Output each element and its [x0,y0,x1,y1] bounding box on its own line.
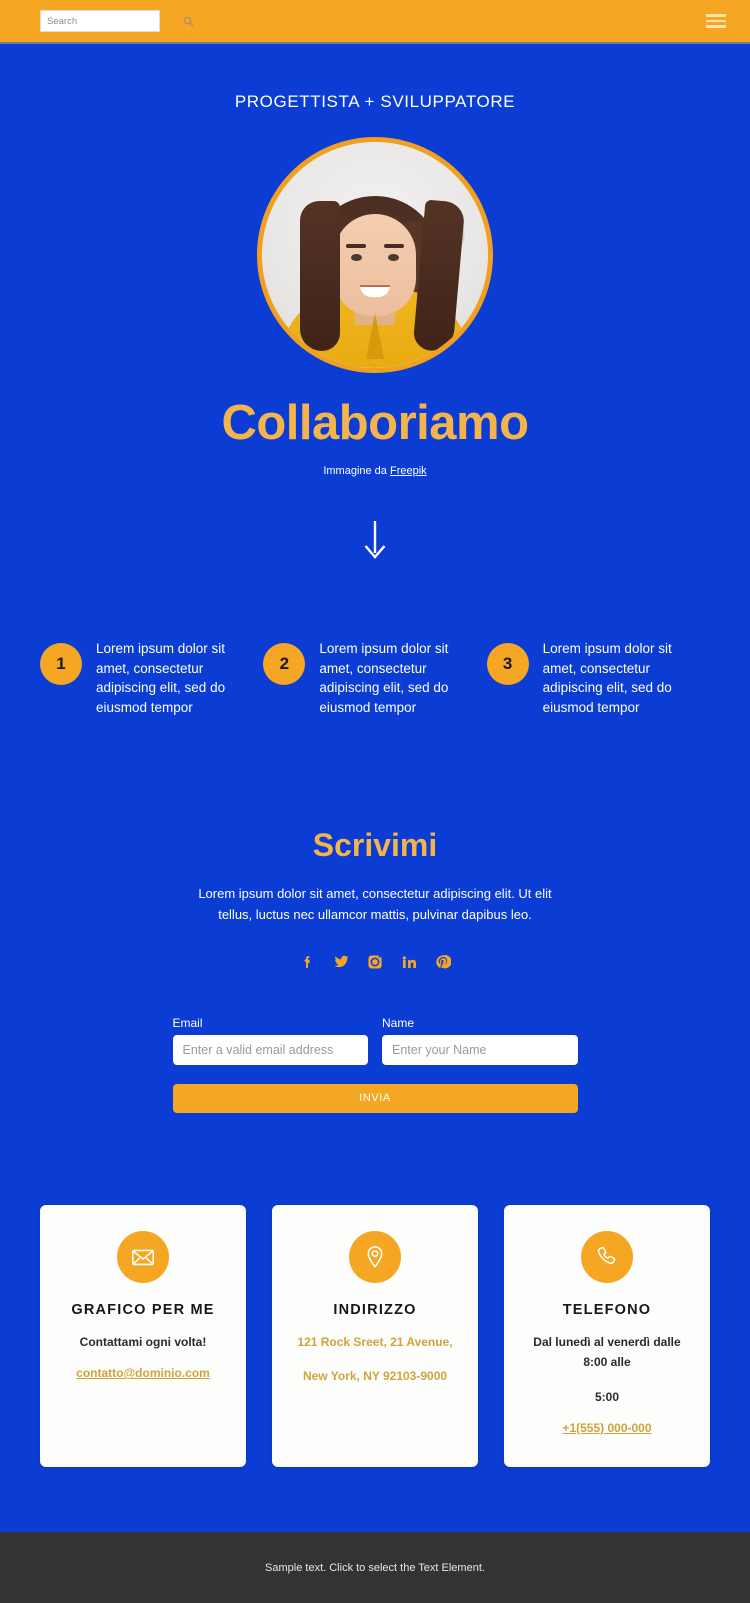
card-line-2: New York, NY 92103-9000 [302,1369,448,1384]
hamburger-bar-2 [706,19,726,23]
page-title: Collaboriamo [221,396,529,450]
hamburger-bar-1 [706,14,726,17]
contact-section-subtitle: Lorem ipsum dolor sit amet, consectetur … [198,886,552,923]
pinterest-icon[interactable] [433,952,453,972]
form-row: Email Name [172,1015,578,1065]
footer-text: Sample text. Click to select the Text El… [265,1561,485,1574]
name-field-group: Name [382,1016,578,1065]
name-label: Name [382,1015,415,1030]
hero-kicker: PROGETTISTA + SVILUPPATORE [234,92,516,111]
step-number-badge: 2 [263,643,306,685]
hamburger-menu-icon[interactable] [706,14,726,28]
steps-list: 1 Lorem ipsum dolor sit amet, consectetu… [0,639,750,717]
contact-card-email: GRAFICO PER ME Contattami ogni volta! co… [40,1204,246,1468]
phone-icon-badge [581,1230,633,1283]
portrait-avatar [257,137,493,373]
scroll-down-arrow[interactable] [0,519,750,563]
name-input[interactable] [382,1034,578,1065]
submit-button[interactable]: INVIA [172,1083,578,1113]
contact-form: Email Name INVIA [172,1015,578,1113]
top-bar [0,0,750,44]
search-input[interactable] [47,15,179,27]
search-icon [183,16,194,26]
down-arrow-icon [364,521,386,559]
location-pin-icon-badge [349,1230,401,1283]
step-item: 3 Lorem ipsum dolor sit amet, consectetu… [486,639,710,717]
card-title: GRAFICO PER ME [71,1301,215,1318]
email-link[interactable]: contatto@dominio.com [76,1366,210,1380]
card-line-1: 121 Rock Sreet, 21 Avenue, [297,1334,453,1349]
facebook-icon[interactable] [297,952,317,972]
card-title: TELEFONO [562,1301,652,1318]
image-credit: Immagine da Freepik [0,465,750,477]
step-text: Lorem ipsum dolor sit amet, consectetur … [96,641,226,715]
contact-card-phone: TELEFONO Dal lunedì al venerdì dalle 8:0… [504,1204,710,1468]
card-line-1: Contattami ogni volta! [79,1334,207,1349]
footer: Sample text. Click to select the Text El… [0,1532,750,1603]
step-number-badge: 3 [486,643,529,685]
card-line-2: 5:00 [594,1389,620,1404]
envelope-icon-badge [117,1230,169,1283]
phone-link[interactable]: +1(555) 000-000 [562,1421,651,1435]
step-item: 1 Lorem ipsum dolor sit amet, consectetu… [40,639,263,717]
location-pin-icon [367,1246,383,1268]
freepik-link[interactable]: Freepik [390,465,427,477]
card-title: INDIRIZZO [333,1301,417,1318]
contact-cards: GRAFICO PER ME Contattami ogni volta! co… [0,1204,750,1532]
portrait-image [262,142,488,368]
contact-card-address: INDIRIZZO 121 Rock Sreet, 21 Avenue, New… [272,1204,478,1468]
search-box[interactable] [40,10,194,32]
page-root: PROGETTISTA + SVILUPPATORE Collaboriamo … [0,0,750,1603]
main-blue-section: PROGETTISTA + SVILUPPATORE Collaboriamo … [0,44,750,1533]
step-item: 2 Lorem ipsum dolor sit amet, consectetu… [263,639,486,717]
step-text: Lorem ipsum dolor sit amet, consectetur … [319,641,449,715]
step-number-badge: 1 [40,643,82,685]
social-links [0,952,750,972]
twitter-icon[interactable] [331,952,351,972]
envelope-icon [131,1249,155,1266]
contact-section-title: Scrivimi [312,827,438,864]
instagram-icon[interactable] [365,952,385,972]
email-label: Email [172,1015,203,1030]
email-field-group: Email [172,1015,368,1065]
image-credit-prefix: Immagine da [323,465,390,477]
step-text: Lorem ipsum dolor sit amet, consectetur … [542,641,672,715]
linkedin-icon[interactable] [399,952,419,972]
phone-icon [597,1246,616,1264]
email-input[interactable] [172,1034,368,1065]
card-line-1: Dal lunedì al venerdì dalle 8:00 alle [533,1334,681,1370]
hamburger-bar-3 [706,25,726,28]
